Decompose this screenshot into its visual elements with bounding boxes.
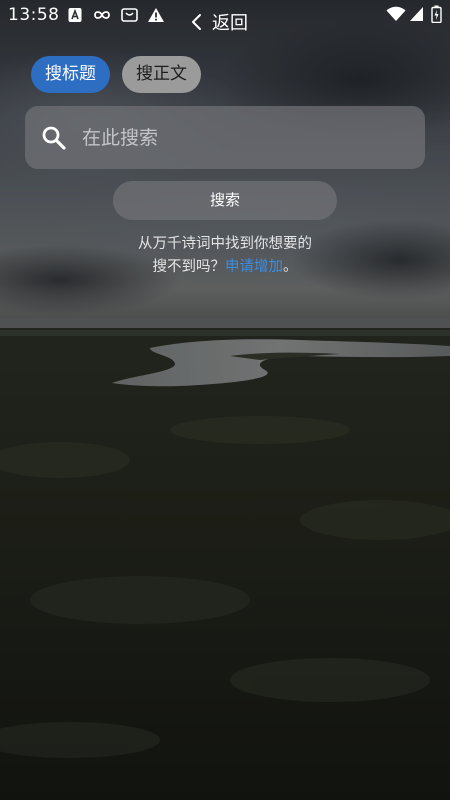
search-hint: 从万千诗词中找到你想要的 搜不到吗？申请增加。: [0, 233, 450, 279]
a-icon: [68, 8, 82, 22]
infinity-icon: [94, 11, 110, 19]
search-placeholder: 在此搜索: [82, 127, 159, 149]
screen: 13:58 返回 搜标题 搜正文 在此搜索 搜索 从万千诗词中找到你想要的 搜不…: [0, 0, 450, 800]
back-button[interactable]: 返回: [190, 8, 248, 36]
hint-line-2-prefix: 搜不到吗？: [152, 259, 226, 275]
tab-search-body[interactable]: 搜正文: [122, 56, 201, 93]
tv-icon: [121, 8, 138, 22]
hint-line-2-suffix: 。: [283, 259, 298, 275]
warning-icon: [148, 8, 164, 22]
chevron-left-icon: [192, 14, 201, 30]
back-label: 返回: [212, 13, 248, 34]
hint-line-2: 搜不到吗？申请增加。: [0, 256, 450, 279]
request-add-link[interactable]: 申请增加: [225, 259, 283, 275]
search-input[interactable]: 在此搜索: [25, 106, 425, 169]
hint-line-1: 从万千诗词中找到你想要的: [138, 236, 312, 252]
tab-search-title[interactable]: 搜标题: [31, 56, 110, 93]
search-button[interactable]: 搜索: [113, 181, 337, 220]
signal-icon: [410, 7, 423, 21]
battery-icon: [431, 5, 442, 23]
search-icon: [42, 126, 66, 150]
wifi-icon: [386, 6, 406, 21]
status-time: 13:58: [8, 5, 60, 25]
